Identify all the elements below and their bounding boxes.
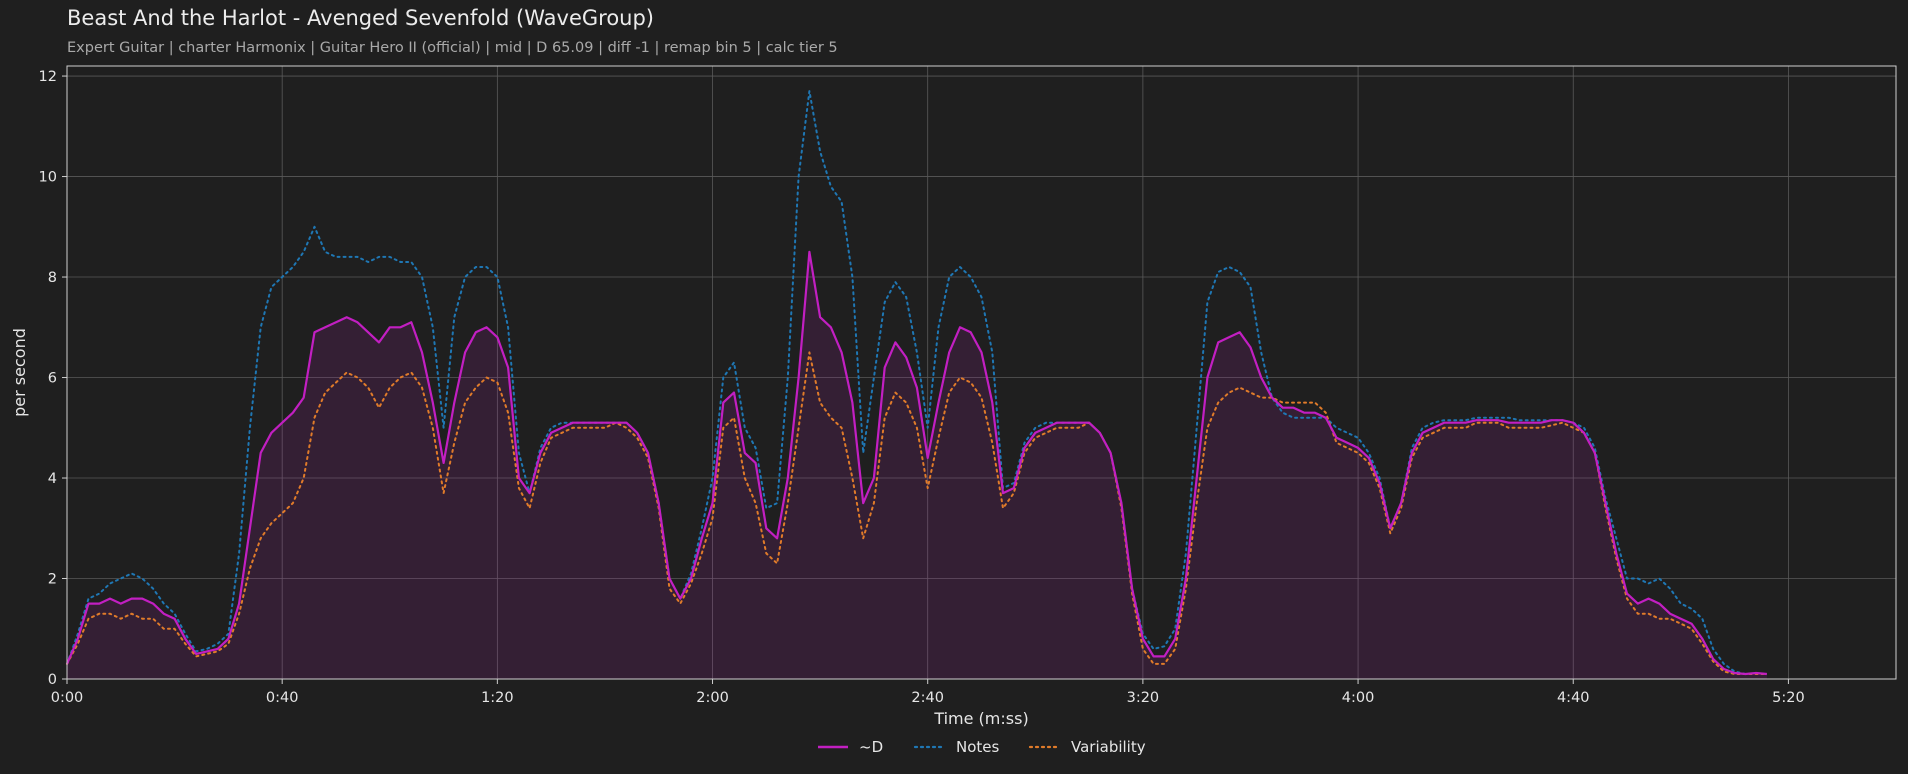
legend-label: Variability bbox=[1071, 738, 1146, 756]
legend: ~D Notes Variability bbox=[818, 738, 1146, 756]
legend-label: Notes bbox=[956, 738, 1000, 756]
y-tick-label: 8 bbox=[48, 270, 57, 286]
x-tick-label: 0:40 bbox=[266, 690, 299, 706]
x-tick-label: 2:00 bbox=[696, 690, 729, 706]
x-tick-label: 1:20 bbox=[481, 690, 514, 706]
x-tick-label: 0:00 bbox=[51, 690, 84, 706]
x-tick-label: 4:40 bbox=[1557, 690, 1590, 706]
x-tick-label: 3:20 bbox=[1127, 690, 1160, 706]
x-tick-label: 4:00 bbox=[1342, 690, 1375, 706]
y-tick-label: 0 bbox=[48, 672, 57, 688]
chart-canvas: 0:00 0:40 1:20 2:00 2:40 3:20 4:00 4:40 5:20 0 2 4 6… bbox=[10, 65, 1897, 756]
x-axis-label: Time (m:ss) bbox=[933, 709, 1028, 728]
y-tick-label: 2 bbox=[48, 572, 57, 588]
x-tick-label: 2:40 bbox=[911, 690, 944, 706]
y-tick-label: 6 bbox=[48, 371, 57, 387]
x-tick-label: 5:20 bbox=[1772, 690, 1805, 706]
y-axis-label: per second bbox=[10, 328, 29, 417]
legend-label: ~D bbox=[859, 738, 883, 756]
y-tick-label: 10 bbox=[39, 170, 57, 186]
y-tick-label: 12 bbox=[39, 69, 57, 85]
y-tick-label: 4 bbox=[48, 471, 57, 487]
